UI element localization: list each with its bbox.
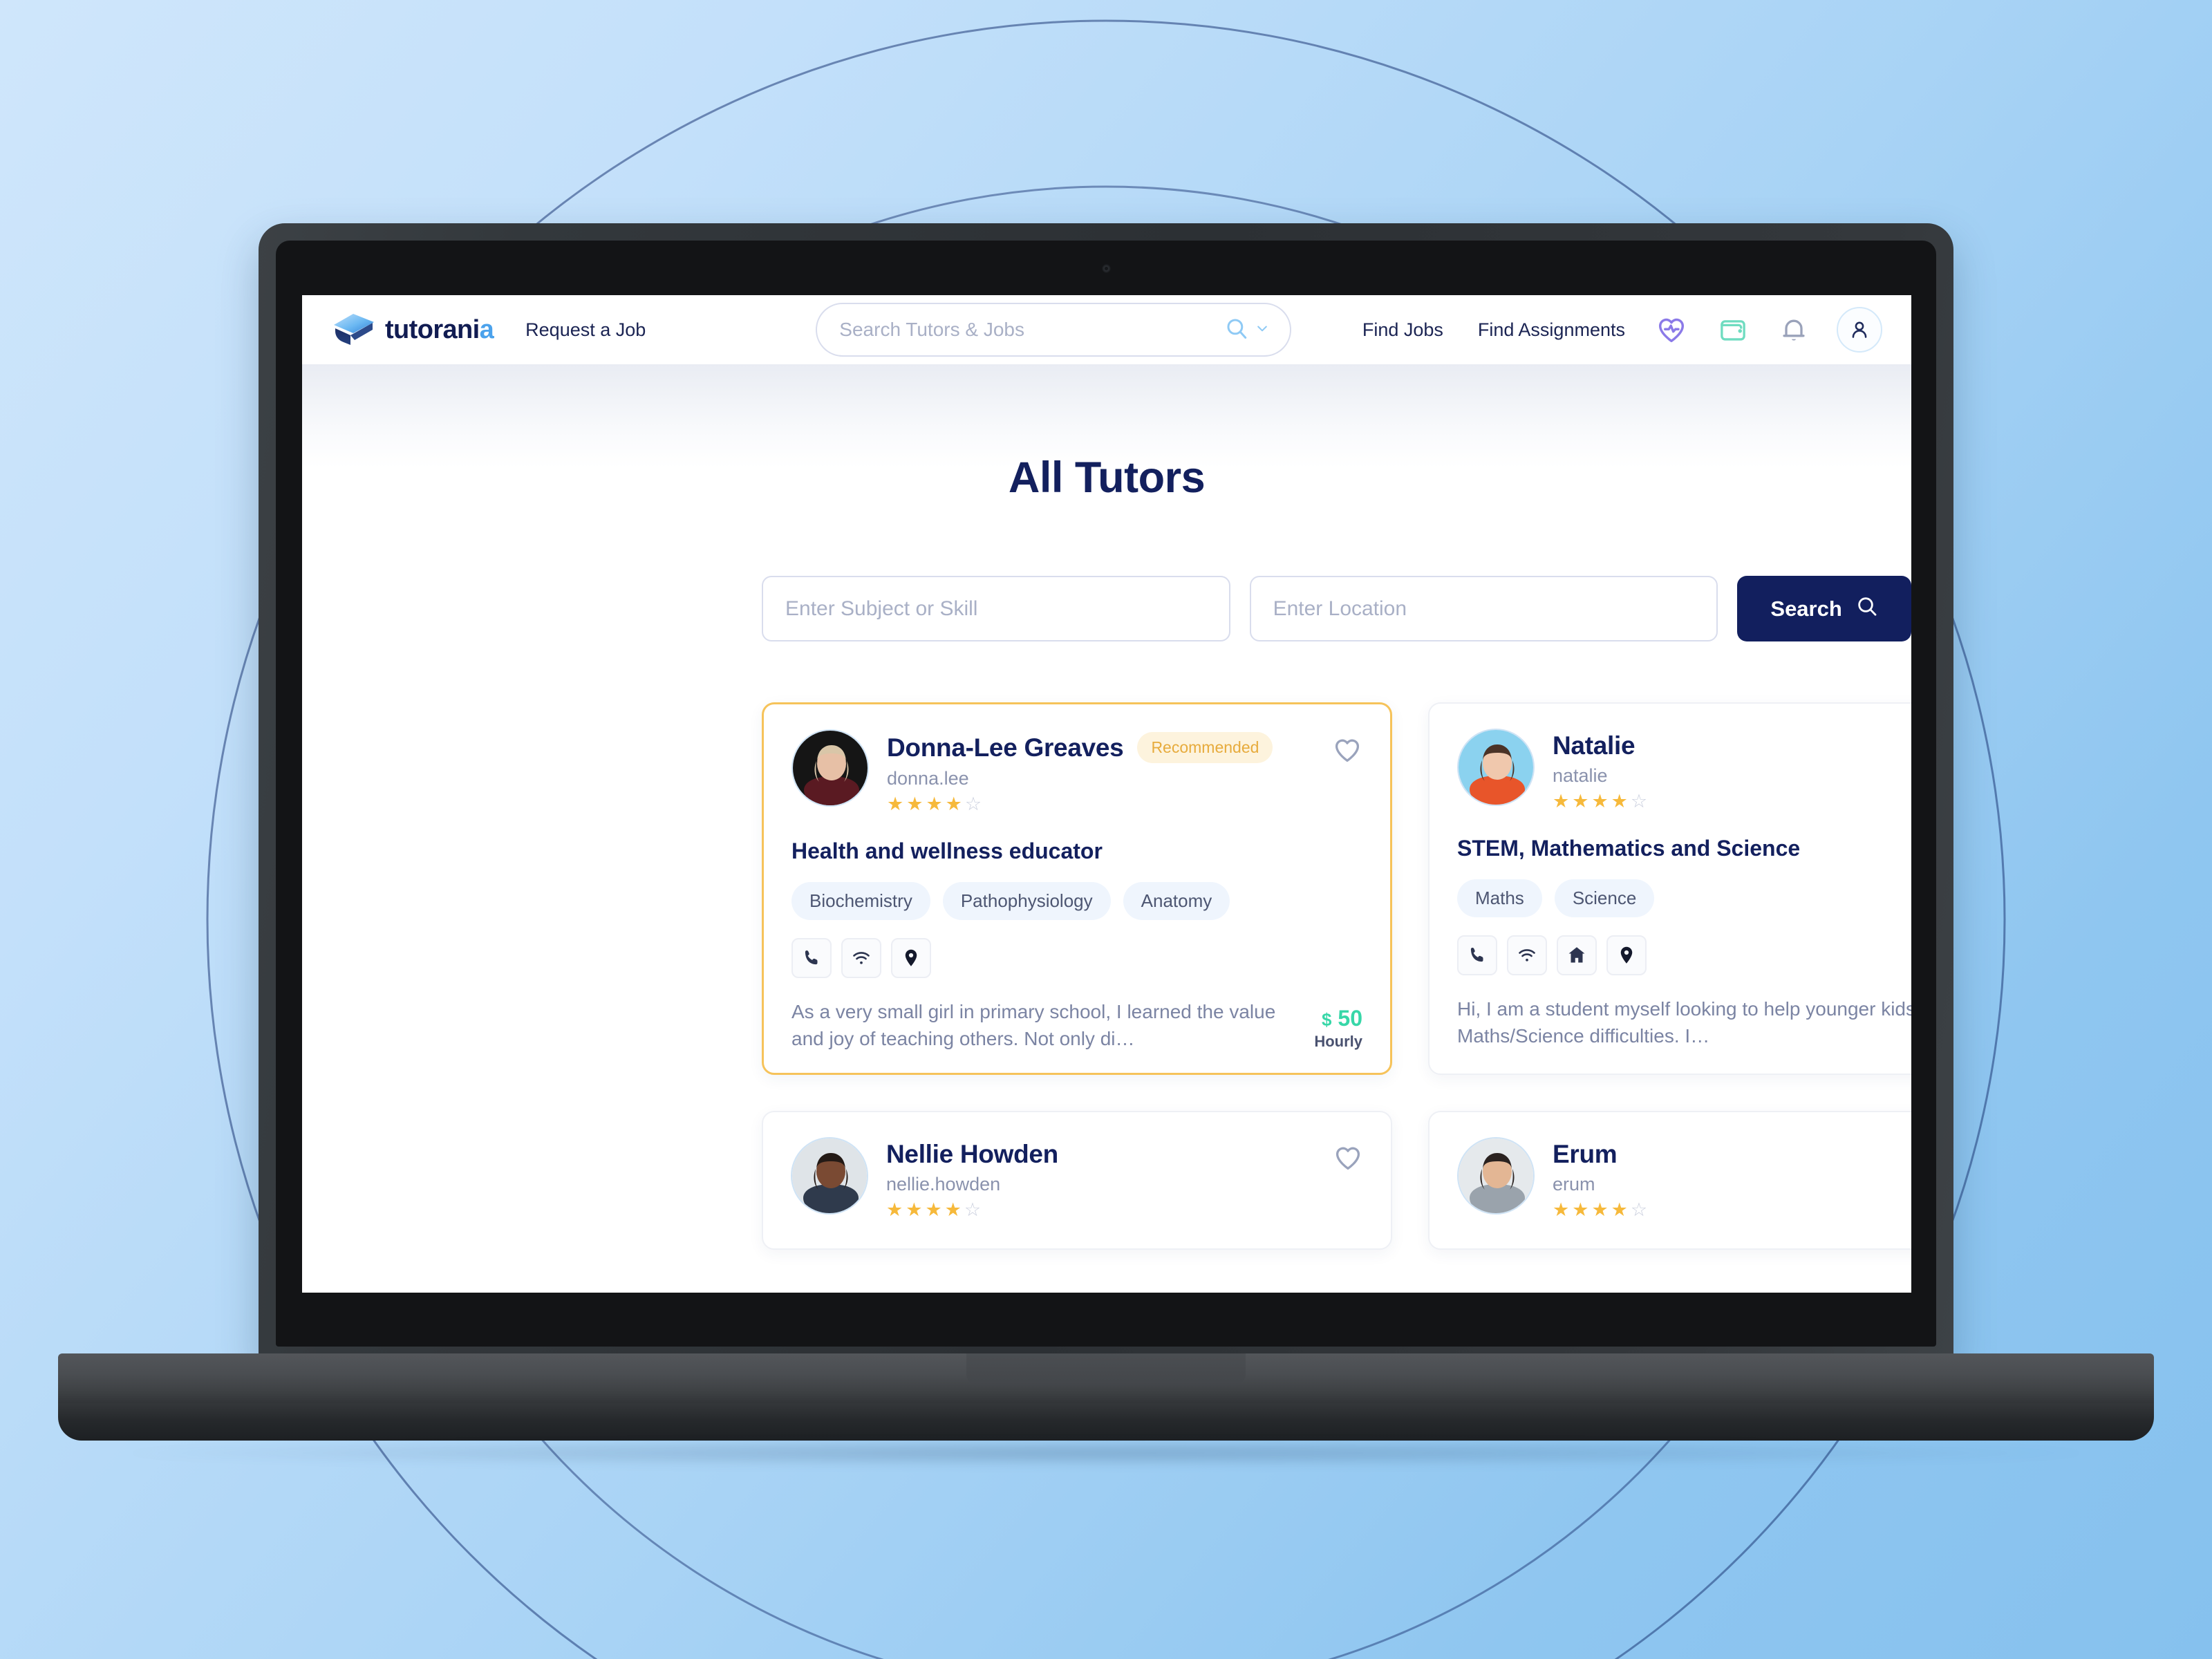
avatar: [1457, 1137, 1535, 1215]
search-icon: [1856, 595, 1878, 623]
tutor-card-grid: Donna-Lee Greaves Recommended donna.lee …: [762, 702, 1911, 1250]
brand-name: tutorania: [385, 315, 494, 344]
wifi-icon[interactable]: [1507, 935, 1547, 975]
home-icon[interactable]: [1557, 935, 1597, 975]
tutor-card-header: Nellie Howden nellie.howden ★★★★☆: [791, 1137, 1363, 1221]
tutor-headline: STEM, Mathematics and Science: [1457, 836, 1801, 861]
price-period: Hourly: [1314, 1033, 1362, 1051]
tutor-name[interactable]: Donna-Lee Greaves: [887, 733, 1124, 762]
favorite-heart-icon[interactable]: [1333, 1143, 1363, 1177]
tutor-handle: donna.lee: [887, 768, 969, 789]
tutor-summary-row: As a very small girl in primary school, …: [791, 999, 1362, 1052]
tutor-price: $ 50 Hourly: [1314, 1006, 1362, 1052]
tutor-handle: natalie: [1553, 765, 1608, 786]
nav-right-group: Find Jobs Find Assignments: [1328, 307, 1882, 353]
tutor-identity: Nellie Howden nellie.howden ★★★★☆: [886, 1137, 1363, 1221]
tutor-name-row: Natalie: [1553, 731, 1911, 760]
tutor-name[interactable]: Erum: [1553, 1140, 1618, 1169]
avatar: [791, 1137, 868, 1215]
laptop-drop-shadow: [124, 1439, 2088, 1467]
tutor-tags: Biochemistry Pathophysiology Anatomy: [791, 882, 1362, 920]
location-field-wrapper[interactable]: [1249, 576, 1718, 641]
tutor-search-row: Search: [762, 576, 1911, 641]
graduation-cap-icon: [332, 312, 375, 348]
tutor-teaching-modes: [1457, 935, 1911, 975]
wifi-icon[interactable]: [841, 938, 881, 978]
avatar: [791, 729, 869, 807]
global-search-input[interactable]: [839, 319, 1226, 341]
search-icon[interactable]: [1225, 317, 1248, 344]
location-pin-icon[interactable]: [891, 938, 931, 978]
tutor-card-header: Donna-Lee Greaves Recommended donna.lee …: [791, 729, 1362, 815]
phone-icon[interactable]: [791, 938, 832, 978]
laptop-base-foot: [58, 1403, 2154, 1441]
tutor-card[interactable]: Erum erum ★★★★☆: [1428, 1111, 1911, 1250]
tutor-tags: Maths Science: [1457, 879, 1911, 917]
subject-field-wrapper[interactable]: [762, 576, 1230, 641]
tutor-handle: nellie.howden: [886, 1174, 1001, 1195]
tutor-name[interactable]: Natalie: [1553, 731, 1635, 760]
tutor-blurb: As a very small girl in primary school, …: [791, 1001, 1276, 1049]
tutor-handle: erum: [1553, 1174, 1595, 1195]
tutor-identity: Donna-Lee Greaves Recommended donna.lee …: [887, 729, 1362, 815]
price-amount: 50: [1338, 1006, 1362, 1031]
tutor-blurb: Hi, I am a student myself looking to hel…: [1457, 998, 1911, 1047]
tutor-identity: Natalie natalie ★★★★☆: [1553, 729, 1911, 812]
page-title: All Tutors: [1008, 453, 1206, 502]
tutor-card[interactable]: Donna-Lee Greaves Recommended donna.lee …: [762, 702, 1392, 1076]
subject-tag[interactable]: Pathophysiology: [942, 882, 1111, 920]
chevron-down-icon[interactable]: [1255, 321, 1269, 339]
heart-pulse-icon[interactable]: [1656, 314, 1687, 346]
location-pin-icon[interactable]: [1606, 935, 1647, 975]
tutor-card-header: Natalie natalie ★★★★☆: [1457, 729, 1911, 812]
tutor-name-row: Donna-Lee Greaves Recommended: [887, 732, 1362, 763]
subject-tag[interactable]: Anatomy: [1123, 882, 1230, 920]
search-button-label: Search: [1770, 596, 1842, 621]
tutor-teaching-modes: [791, 938, 1362, 978]
subject-input[interactable]: [785, 597, 1207, 621]
search-button[interactable]: Search: [1737, 576, 1911, 641]
favorite-heart-icon[interactable]: [1332, 735, 1362, 769]
subject-tag[interactable]: Science: [1554, 879, 1655, 917]
nav-find-assignments[interactable]: Find Assignments: [1478, 319, 1625, 341]
phone-icon[interactable]: [1457, 935, 1497, 975]
brand-logo-link[interactable]: tutorania: [332, 312, 494, 348]
rating-stars: ★★★★☆: [1553, 791, 1651, 812]
rating-stars: ★★★★☆: [887, 794, 985, 814]
tutor-card-header: Erum erum ★★★★☆: [1457, 1137, 1911, 1221]
recommended-badge: Recommended: [1137, 732, 1273, 763]
nav-find-jobs[interactable]: Find Jobs: [1362, 319, 1443, 341]
webcam-icon: [1102, 264, 1111, 273]
location-input[interactable]: [1273, 597, 1695, 621]
rating-stars: ★★★★☆: [1553, 1199, 1651, 1221]
top-navigation-bar: tutorania Request a Job Find Jobs: [302, 295, 1911, 364]
global-search-box[interactable]: [816, 303, 1292, 357]
price-currency: $: [1322, 1009, 1332, 1031]
tutor-name-row: Erum: [1553, 1140, 1911, 1169]
tutor-card[interactable]: Natalie natalie ★★★★☆ STEM, Mathematics …: [1428, 702, 1911, 1076]
user-avatar-icon[interactable]: [1837, 307, 1882, 353]
tutor-summary-row: Hi, I am a student myself looking to hel…: [1457, 996, 1911, 1049]
page-root: tutorania Request a Job Find Jobs: [302, 295, 1911, 1293]
tutor-name-row: Nellie Howden: [886, 1140, 1363, 1169]
laptop-mockup: tutorania Request a Job Find Jobs: [0, 0, 2212, 1659]
bell-icon[interactable]: [1779, 315, 1809, 345]
avatar: [1457, 729, 1535, 806]
tutor-identity: Erum erum ★★★★☆: [1553, 1137, 1911, 1221]
rating-stars: ★★★★☆: [886, 1199, 984, 1221]
subject-tag[interactable]: Biochemistry: [791, 882, 930, 920]
subject-tag[interactable]: Maths: [1457, 879, 1542, 917]
tutor-headline: Health and wellness educator: [791, 838, 1103, 863]
wallet-icon[interactable]: [1718, 315, 1748, 345]
browser-viewport: tutorania Request a Job Find Jobs: [302, 295, 1911, 1293]
tutor-card[interactable]: Nellie Howden nellie.howden ★★★★☆: [762, 1111, 1392, 1250]
laptop-base-notch: [966, 1353, 1246, 1385]
nav-request-a-job[interactable]: Request a Job: [525, 319, 646, 341]
tutor-name[interactable]: Nellie Howden: [886, 1140, 1058, 1169]
main-content: All Tutors Search: [302, 453, 1911, 1250]
